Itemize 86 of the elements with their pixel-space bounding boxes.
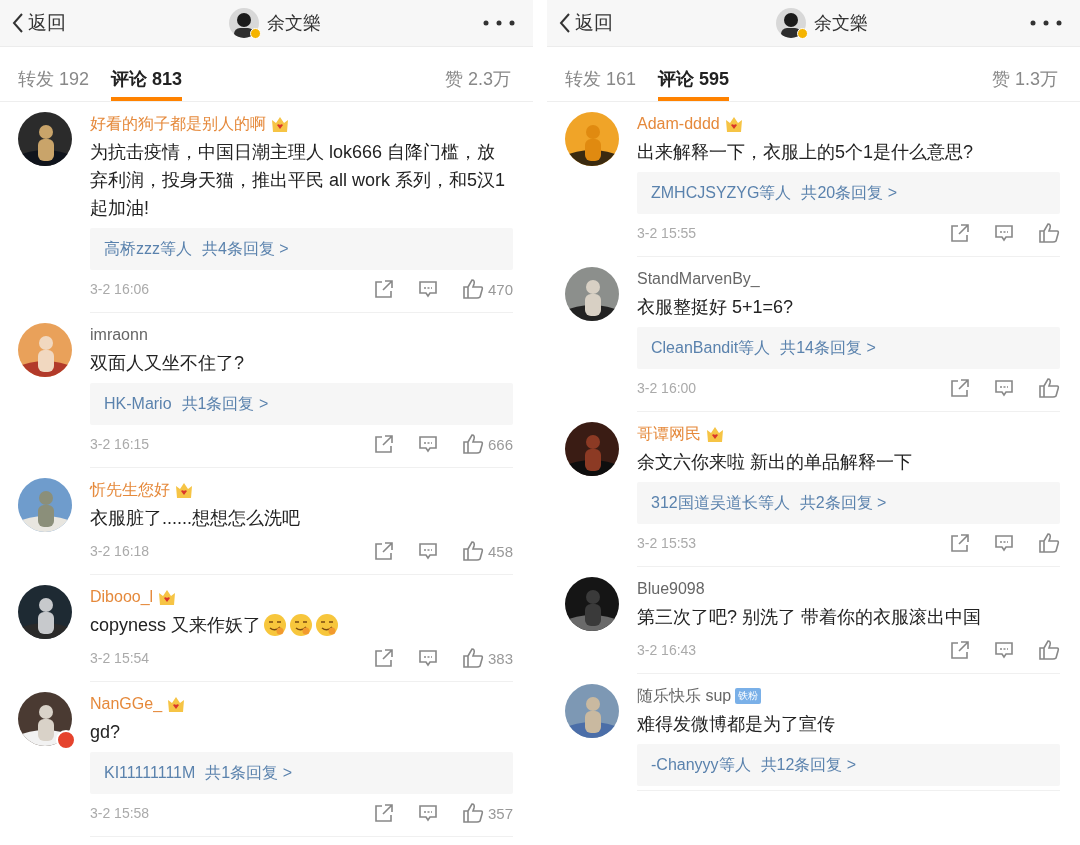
username[interactable]: 忻先生您好 bbox=[90, 479, 170, 501]
share-icon[interactable] bbox=[373, 541, 394, 561]
tab[interactable]: 评论 595 bbox=[658, 47, 730, 101]
share-icon[interactable] bbox=[950, 378, 970, 398]
comment-icon[interactable] bbox=[994, 378, 1014, 398]
tab[interactable]: 赞 1.3万 bbox=[991, 47, 1058, 101]
comment-text: 为抗击疫情，中国日潮主理人 lok666 自降门槛，放弃利润，投身天猫，推出平民 all work 系列，和5汉1起加油! bbox=[90, 141, 507, 220]
username[interactable]: NanGGe_ bbox=[90, 695, 163, 713]
tab[interactable]: 赞 2.3万 bbox=[444, 47, 511, 101]
share-icon[interactable] bbox=[373, 434, 394, 454]
like-button[interactable]: 383 bbox=[461, 647, 513, 669]
more-icon[interactable] bbox=[483, 20, 515, 26]
fan-badge: 铁粉 bbox=[735, 688, 762, 704]
comment-text: copyness 又来作妖了 bbox=[90, 614, 262, 637]
share-icon[interactable] bbox=[950, 223, 970, 243]
comment-icon[interactable] bbox=[417, 434, 438, 454]
share-icon[interactable] bbox=[373, 648, 394, 668]
comment-text: gd? bbox=[90, 721, 121, 744]
thumbs-up-icon bbox=[461, 433, 484, 455]
tab[interactable]: 转发 161 bbox=[565, 47, 637, 101]
share-icon[interactable] bbox=[950, 533, 970, 553]
thumbs-up-icon bbox=[461, 278, 484, 300]
profile-name: 余文樂 bbox=[266, 12, 321, 35]
timestamp: 3-2 16:06 bbox=[90, 281, 150, 297]
comment-text: 双面人又坐不住了? bbox=[90, 352, 244, 375]
thumbs-up-icon bbox=[461, 540, 484, 562]
thumbs-up-icon bbox=[461, 802, 484, 824]
profile-name: 余文樂 bbox=[813, 12, 868, 35]
more-icon[interactable] bbox=[1030, 20, 1062, 26]
comment-text: 难得发微博都是为了宣传 bbox=[637, 713, 835, 736]
comment-icon[interactable] bbox=[994, 533, 1014, 553]
username[interactable]: Blue9098 bbox=[637, 580, 705, 598]
username[interactable]: 好看的狗子都是别人的啊 bbox=[90, 113, 266, 135]
username[interactable]: 随乐快乐 sup bbox=[637, 685, 732, 707]
comment-icon[interactable] bbox=[417, 541, 438, 561]
replies-link[interactable]: 312国道吴道长等人 共2条回复 > bbox=[637, 482, 1060, 524]
comment-icon[interactable] bbox=[417, 279, 438, 299]
timestamp: 3-2 16:18 bbox=[90, 543, 150, 559]
back-chevron-icon bbox=[12, 12, 24, 34]
comment-text: 衣服脏了......想想怎么洗吧 bbox=[90, 507, 300, 530]
timestamp: 3-2 15:58 bbox=[90, 805, 150, 821]
comment-icon[interactable] bbox=[994, 223, 1014, 243]
comment-icon[interactable] bbox=[994, 640, 1014, 660]
like-button[interactable]: 458 bbox=[461, 540, 513, 562]
comment-text: 余文六你来啦 新出的单品解释一下 bbox=[637, 451, 912, 474]
username[interactable]: Dibooo_l bbox=[90, 588, 154, 606]
thumbs-up-icon[interactable] bbox=[1038, 532, 1060, 554]
thumbs-up-icon[interactable] bbox=[1038, 222, 1060, 244]
timestamp: 3-2 16:15 bbox=[90, 436, 150, 452]
replies-link[interactable]: 高桥zzz等人 共4条回复 > bbox=[90, 228, 513, 270]
thumbs-up-icon bbox=[461, 647, 484, 669]
share-icon[interactable] bbox=[373, 279, 394, 299]
username[interactable]: 哥谭网民 bbox=[637, 423, 701, 445]
thumbs-up-icon[interactable] bbox=[1038, 639, 1060, 661]
comment-text: 出来解释一下，衣服上的5个1是什么意思? bbox=[637, 141, 974, 164]
replies-link[interactable]: ZMHCJSYZYG等人 共20条回复 > bbox=[637, 172, 1060, 214]
emoji-icon bbox=[315, 613, 340, 637]
like-button[interactable]: 666 bbox=[461, 433, 513, 455]
comment-icon[interactable] bbox=[417, 648, 438, 668]
replies-link[interactable]: HK-Mario 共1条回复 > bbox=[90, 383, 513, 425]
back-button[interactable]: 返回 bbox=[559, 10, 613, 36]
thumbs-up-icon[interactable] bbox=[1038, 377, 1060, 399]
emoji-icon bbox=[263, 613, 288, 637]
replies-link[interactable]: CleanBandit等人 共14条回复 > bbox=[637, 327, 1060, 369]
tab[interactable]: 转发 192 bbox=[18, 47, 90, 101]
timestamp: 3-2 15:53 bbox=[637, 535, 697, 551]
comment-text: 衣服整挺好 5+1=6? bbox=[637, 296, 794, 319]
like-button[interactable]: 357 bbox=[461, 802, 513, 824]
timestamp: 3-2 16:00 bbox=[637, 380, 697, 396]
username[interactable]: StandMarvenBy_ bbox=[637, 270, 760, 288]
back-button[interactable]: 返回 bbox=[12, 10, 66, 36]
username[interactable]: imraonn bbox=[90, 326, 148, 344]
timestamp: 3-2 15:55 bbox=[637, 225, 697, 241]
share-icon[interactable] bbox=[373, 803, 394, 823]
share-icon[interactable] bbox=[950, 640, 970, 660]
like-button[interactable]: 470 bbox=[461, 278, 513, 300]
replies-link[interactable]: -Chanyyy等人 共12条回复 > bbox=[637, 744, 1060, 786]
emoji-icon bbox=[289, 613, 314, 637]
tab[interactable]: 评论 813 bbox=[111, 47, 183, 101]
timestamp: 3-2 16:43 bbox=[637, 642, 697, 658]
comment-text: 第三次了吧? 别洗了 带着你的衣服滚出中国 bbox=[637, 606, 981, 629]
username[interactable]: Adam-dddd bbox=[637, 115, 720, 133]
comment-icon[interactable] bbox=[417, 803, 438, 823]
replies-link[interactable]: KI11111111M 共1条回复 > bbox=[90, 752, 513, 794]
timestamp: 3-2 15:54 bbox=[90, 650, 150, 666]
back-chevron-icon bbox=[559, 12, 571, 34]
